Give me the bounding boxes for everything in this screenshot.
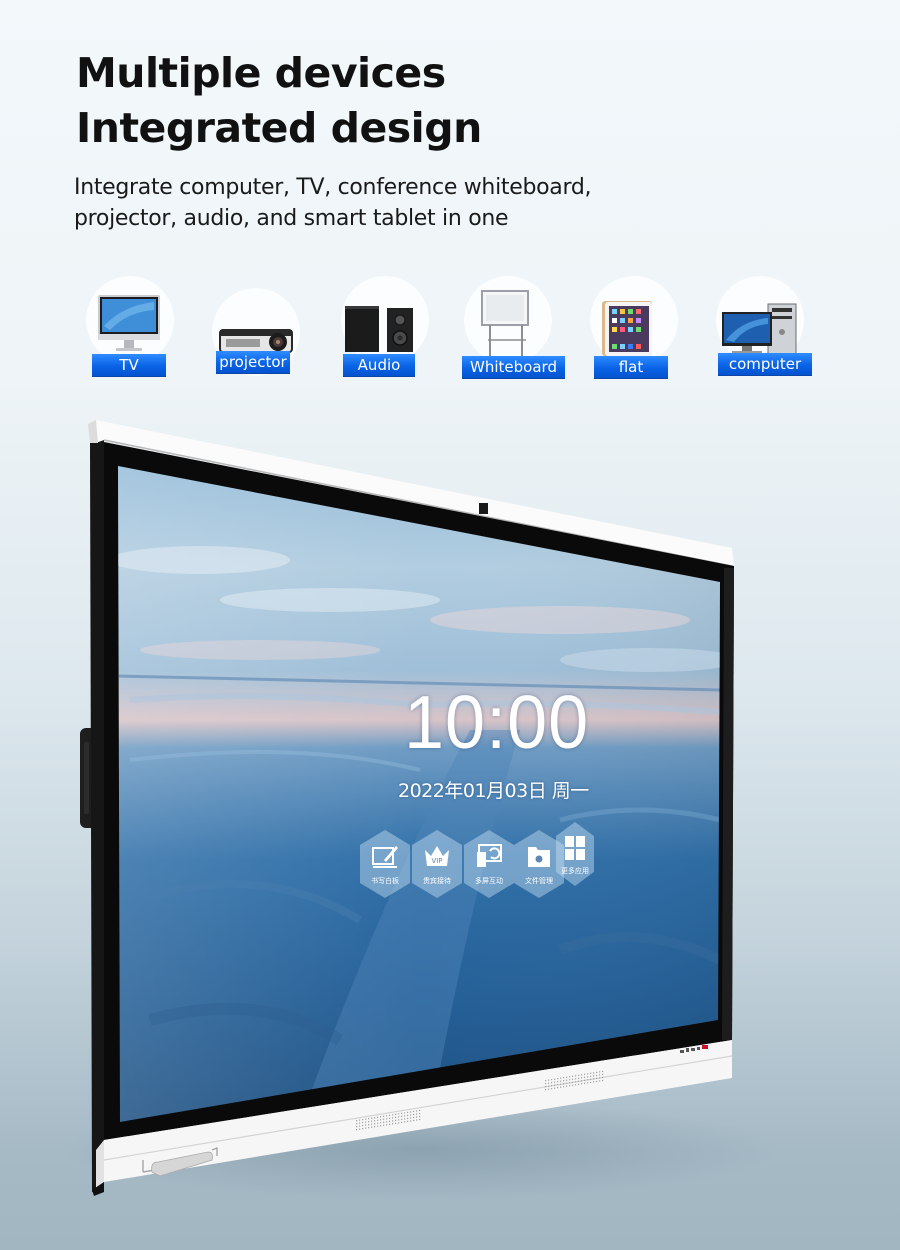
side-handle-groove	[84, 742, 89, 814]
camera-icon	[479, 503, 488, 514]
right-frame-edge	[722, 568, 734, 1040]
interactive-flat-panel	[60, 420, 780, 1200]
left-side-edge	[90, 440, 104, 1192]
power-indicator	[702, 1045, 708, 1049]
